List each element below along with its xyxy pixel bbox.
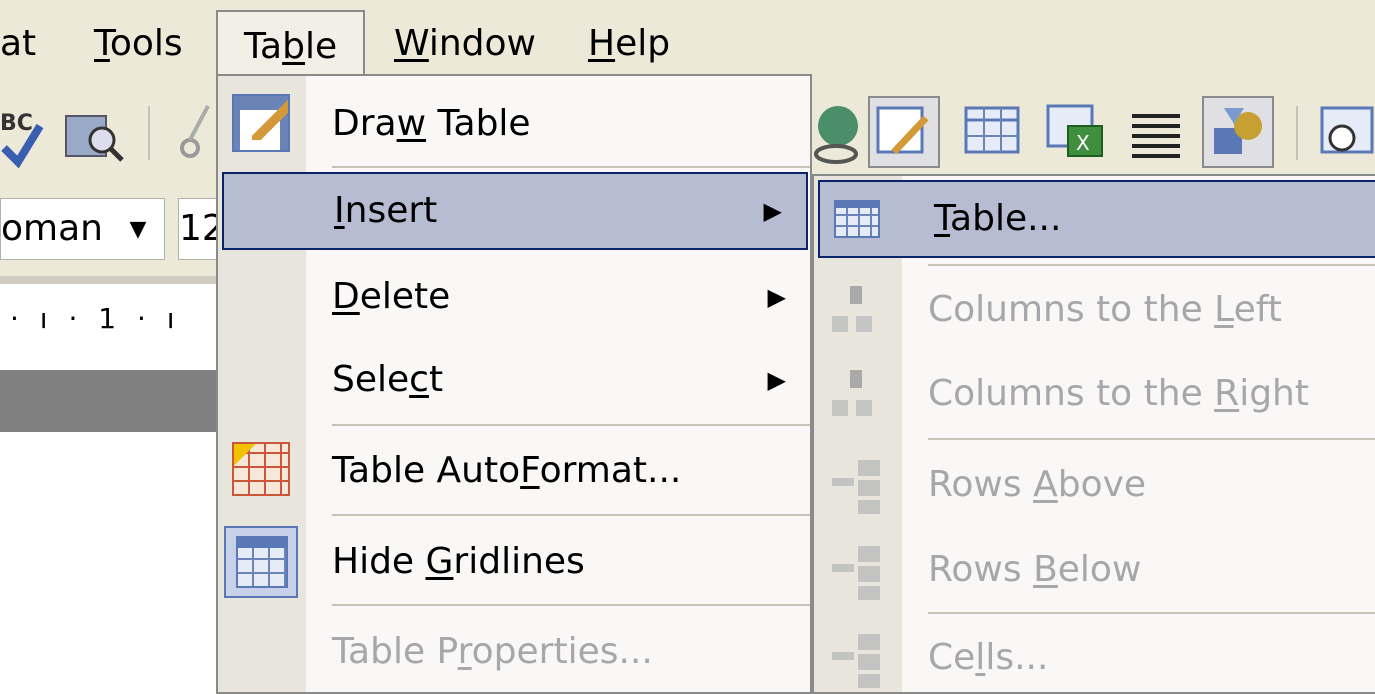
insert-submenu: Table... Columns to the Left Columns to … — [812, 174, 1375, 694]
menu-item-delete[interactable]: Delete ▶ — [218, 256, 810, 338]
menu-item-label: Draw Table — [332, 103, 531, 144]
menu-item-select[interactable]: Select ▶ — [218, 338, 810, 422]
submenu-item-columns-left[interactable]: Columns to the Left — [814, 268, 1375, 352]
submenu-arrow-icon: ▶ — [767, 366, 786, 394]
submenu-arrow-icon: ▶ — [767, 283, 786, 311]
submenu-item-rows-above[interactable]: Rows Above — [814, 442, 1375, 528]
menu-item-draw-table[interactable]: Draw Table — [218, 82, 810, 166]
chevron-down-icon[interactable]: ▼ — [123, 210, 153, 250]
draw-table-icon — [232, 94, 290, 152]
menu-separator — [928, 612, 1375, 614]
menu-separator — [928, 438, 1375, 440]
menu-separator — [928, 264, 1375, 266]
rows-below-icon — [828, 542, 884, 602]
document-gray-area — [0, 370, 230, 432]
submenu-item-columns-right[interactable]: Columns to the Right — [814, 352, 1375, 436]
horizontal-ruler[interactable]: · ı · 1 · ı — [0, 276, 230, 370]
menu-item-label: Table AutoFormat... — [332, 450, 682, 491]
menu-item-label: Table... — [934, 198, 1062, 239]
svg-text:X: X — [1076, 131, 1090, 155]
columns-left-icon — [830, 282, 880, 338]
drawing-icon[interactable] — [1202, 96, 1274, 168]
svg-text:BC: BC — [0, 111, 33, 136]
menu-item-label: Delete — [332, 276, 451, 317]
menu-item-label: Cells... — [928, 637, 1049, 678]
document-map-icon[interactable] — [1312, 96, 1375, 168]
menu-separator — [332, 514, 810, 516]
menu-tools[interactable]: Tools — [94, 0, 183, 88]
menu-item-label: Columns to the Left — [928, 289, 1282, 330]
submenu-item-table[interactable]: Table... — [818, 180, 1375, 258]
tables-borders-icon[interactable] — [868, 96, 940, 168]
insert-excel-icon[interactable]: X — [1042, 96, 1114, 168]
menu-item-label: Rows Above — [928, 464, 1147, 505]
table-icon — [834, 200, 880, 238]
menu-item-label: Select — [332, 359, 444, 400]
toolbar-separator — [1296, 106, 1298, 160]
menu-separator — [332, 604, 810, 606]
menu-item-label: Rows Below — [928, 549, 1142, 590]
gridlines-icon — [236, 536, 288, 588]
menu-item-insert[interactable]: Insert ▶ — [222, 172, 808, 250]
toolbar-separator — [148, 106, 150, 160]
submenu-item-rows-below[interactable]: Rows Below — [814, 528, 1375, 612]
ruler-marks: · ı · 1 · ı — [10, 302, 181, 335]
menu-format-partial[interactable]: at — [0, 0, 36, 88]
menu-item-label: Table Properties... — [332, 631, 653, 672]
menu-separator — [332, 424, 810, 426]
menu-separator — [332, 166, 810, 168]
columns-right-icon — [830, 366, 880, 422]
submenu-arrow-icon: ▶ — [763, 197, 782, 225]
menu-item-hide-gridlines[interactable]: Hide Gridlines — [218, 520, 810, 604]
rows-above-icon — [828, 456, 884, 516]
cells-icon — [828, 630, 884, 690]
menu-item-label: Hide Gridlines — [332, 541, 585, 582]
document-area[interactable] — [0, 432, 230, 675]
submenu-item-cells[interactable]: Cells... — [814, 616, 1375, 692]
table-menu: Draw Table Insert ▶ Delete ▶ Select ▶ Ta… — [216, 74, 812, 694]
menu-item-label: Columns to the Right — [928, 373, 1309, 414]
font-size-combo[interactable]: 12 — [178, 198, 218, 260]
menu-item-table-autoformat[interactable]: Table AutoFormat... — [218, 428, 810, 514]
menu-item-label: Insert — [334, 190, 438, 231]
menu-item-table-properties[interactable]: Table Properties... — [218, 610, 810, 692]
autoformat-icon — [232, 442, 290, 496]
insert-table-icon[interactable] — [958, 96, 1030, 168]
columns-icon[interactable] — [1122, 96, 1194, 168]
research-icon[interactable] — [62, 96, 134, 168]
